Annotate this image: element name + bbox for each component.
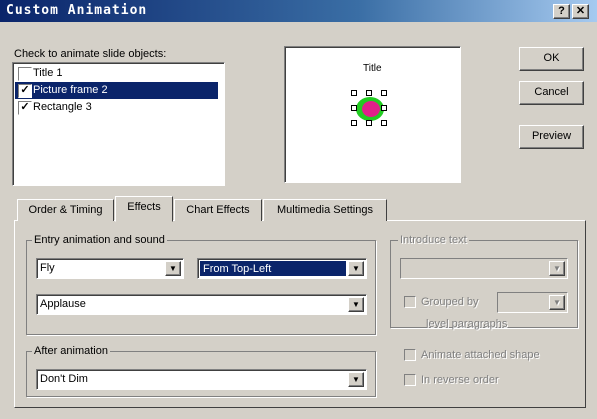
direction-value: From Top-Left bbox=[200, 261, 346, 276]
chevron-down-icon[interactable]: ▼ bbox=[348, 261, 364, 276]
list-item-picture-frame-2[interactable]: ✓ Picture frame 2 bbox=[15, 82, 218, 99]
grouped-by-dropdown: ▼ bbox=[497, 292, 568, 313]
selection-handle bbox=[381, 105, 387, 111]
sound-dropdown[interactable]: Applause ▼ bbox=[36, 294, 367, 315]
entry-animation-group bbox=[26, 240, 376, 335]
effect-value: Fly bbox=[40, 262, 55, 274]
chevron-down-icon[interactable]: ▼ bbox=[165, 261, 181, 276]
window-title: Custom Animation bbox=[6, 3, 148, 18]
introduce-group-label: Introduce text bbox=[398, 234, 469, 246]
selection-handle bbox=[351, 120, 357, 126]
entry-group-label: Entry animation and sound bbox=[32, 234, 167, 246]
list-item-label: Picture frame 2 bbox=[33, 84, 108, 96]
attached-shape-checkbox bbox=[404, 349, 416, 361]
chevron-down-icon[interactable]: ▼ bbox=[348, 372, 364, 387]
grouped-by-checkbox bbox=[404, 296, 416, 308]
selection-handle bbox=[351, 105, 357, 111]
sound-value: Applause bbox=[40, 298, 86, 310]
tab-effects[interactable]: Effects bbox=[115, 196, 173, 222]
attached-shape-label: Animate attached shape bbox=[421, 349, 540, 361]
grouped-by-label: Grouped by bbox=[421, 296, 479, 308]
list-item-label: Title 1 bbox=[33, 67, 63, 79]
tab-order-timing[interactable]: Order & Timing bbox=[17, 199, 114, 221]
objects-heading: Check to animate slide objects: bbox=[14, 48, 167, 60]
selection-handle bbox=[366, 90, 372, 96]
list-item-title-1[interactable]: Title 1 bbox=[15, 65, 218, 82]
slide-preview: Title bbox=[284, 46, 461, 183]
checkbox[interactable] bbox=[18, 67, 32, 81]
help-button[interactable]: ? bbox=[553, 4, 570, 19]
after-animation-dropdown[interactable]: Don't Dim ▼ bbox=[36, 369, 367, 390]
objects-list: Title 1 ✓ Picture frame 2 ✓ Rectangle 3 bbox=[12, 62, 225, 186]
close-button[interactable]: ✕ bbox=[572, 4, 589, 19]
preview-button[interactable]: Preview bbox=[519, 125, 584, 149]
selection-handle bbox=[381, 90, 387, 96]
chevron-down-icon[interactable]: ▼ bbox=[348, 297, 364, 312]
tab-multimedia-settings[interactable]: Multimedia Settings bbox=[263, 199, 387, 221]
cancel-button[interactable]: Cancel bbox=[519, 81, 584, 105]
introduce-text-group bbox=[390, 240, 578, 328]
level-paragraphs-label: level paragraphs bbox=[426, 318, 508, 330]
selection-handle bbox=[381, 120, 387, 126]
selection-handle bbox=[366, 120, 372, 126]
direction-dropdown[interactable]: From Top-Left ▼ bbox=[197, 258, 367, 279]
after-animation-value: Don't Dim bbox=[40, 373, 88, 385]
after-group-label: After animation bbox=[32, 345, 110, 357]
effect-dropdown[interactable]: Fly ▼ bbox=[36, 258, 184, 279]
list-item-label: Rectangle 3 bbox=[33, 101, 92, 113]
reverse-order-label: In reverse order bbox=[421, 374, 499, 386]
selection-handle bbox=[351, 90, 357, 96]
checkbox[interactable]: ✓ bbox=[18, 84, 32, 98]
list-item-rectangle-3[interactable]: ✓ Rectangle 3 bbox=[15, 99, 218, 116]
chevron-down-icon: ▼ bbox=[549, 261, 565, 276]
checkbox[interactable]: ✓ bbox=[18, 101, 32, 115]
chevron-down-icon: ▼ bbox=[549, 295, 565, 310]
ok-button[interactable]: OK bbox=[519, 47, 584, 71]
introduce-dropdown: ▼ bbox=[400, 258, 568, 279]
reverse-order-checkbox bbox=[404, 374, 416, 386]
preview-title: Title bbox=[363, 63, 382, 74]
tab-chart-effects[interactable]: Chart Effects bbox=[174, 199, 262, 221]
